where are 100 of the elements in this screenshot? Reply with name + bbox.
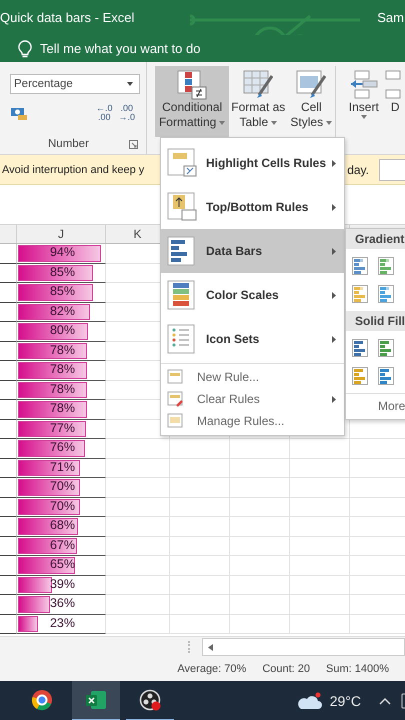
data-bar-style-icon[interactable] <box>378 257 394 275</box>
decimal-button[interactable]: ←.0 .00 <box>96 104 113 122</box>
table-cell <box>290 458 350 478</box>
cell-value: 76% <box>50 440 75 454</box>
cell-value: 70% <box>50 498 75 512</box>
top-bottom-icon <box>167 192 197 222</box>
status-text: Sum: 1400% <box>326 663 389 675</box>
table-cell <box>290 576 350 595</box>
data-bar-style-icon[interactable] <box>378 285 394 303</box>
cell-value: 68% <box>50 518 75 532</box>
message-text: day. <box>347 162 369 176</box>
menu-item[interactable]: Icon Sets <box>161 317 344 361</box>
table-cell <box>290 595 350 614</box>
data-bar-style-icon[interactable] <box>352 339 368 357</box>
table-cell <box>170 458 230 478</box>
temperature-text: 29°C <box>330 693 361 709</box>
recorder-icon <box>139 689 161 711</box>
highlight-rules-icon <box>167 148 197 178</box>
table-cell <box>170 517 230 536</box>
table-cell <box>170 536 230 556</box>
group-label: Number <box>48 138 89 150</box>
menu-item[interactable]: Clear Rules <box>161 388 344 410</box>
table-cell <box>0 302 17 322</box>
table-cell <box>0 614 17 634</box>
caret-icon <box>127 82 133 86</box>
horizontal-scrollbar[interactable] <box>202 638 405 656</box>
section-header: Solid Fill <box>346 311 405 331</box>
table-cell <box>290 478 350 498</box>
data-bar-style-icon[interactable] <box>352 257 368 275</box>
data-bar-style-icon[interactable] <box>378 339 394 357</box>
status-text: Average: 70% <box>177 663 246 675</box>
menu-item[interactable]: New Rule... <box>161 366 344 388</box>
status-text: Count: 20 <box>262 663 310 675</box>
table-cell <box>170 498 230 517</box>
cell-value: 85% <box>50 284 75 298</box>
cell-value: 80% <box>50 323 75 337</box>
table-cell <box>230 458 290 478</box>
spreadsheet-icon <box>85 689 107 711</box>
table-cell <box>170 576 230 595</box>
table-cell <box>170 478 230 498</box>
currency-icon[interactable] <box>10 105 28 121</box>
ribbon-button[interactable]: D <box>385 66 405 137</box>
table-cell <box>290 517 350 536</box>
menu-item[interactable]: Color Scales <box>161 273 344 317</box>
decimal-button[interactable]: .00 →.0 <box>118 104 136 122</box>
window-title: Quick data bars - Excel <box>0 10 134 25</box>
menu-item[interactable]: Manage Rules... <box>161 410 344 432</box>
menu-item[interactable]: Highlight Cells Rules <box>161 141 344 185</box>
cell-value: 65% <box>50 557 75 571</box>
dialog-launcher-icon[interactable] <box>129 140 138 148</box>
cell-value: 36% <box>50 596 75 610</box>
icon-sets-icon <box>167 324 197 354</box>
lightbulb-icon <box>18 40 32 58</box>
cell-value: 78% <box>50 342 75 356</box>
cell-value: 77% <box>50 420 75 434</box>
cell-value: 23% <box>50 616 75 630</box>
table-cell <box>0 517 17 536</box>
table-cell <box>0 478 17 498</box>
manage-rules-icon <box>167 413 183 429</box>
ribbon-button[interactable]: Cell Styles <box>287 66 336 137</box>
table-cell <box>0 380 17 400</box>
cell-value: 67% <box>50 538 75 552</box>
message-text: Avoid interruption and keep y <box>1 164 144 176</box>
cloud-icon <box>296 692 322 710</box>
ribbon-button[interactable]: Conditional Formatting <box>155 66 230 137</box>
insert-cells-icon <box>348 70 379 100</box>
table-cell <box>0 400 17 420</box>
table-cell <box>230 556 290 576</box>
table-cell <box>170 614 230 634</box>
cell-value: 78% <box>50 382 75 396</box>
cell-value: 94% <box>50 245 75 259</box>
table-cell <box>290 536 350 556</box>
ribbon-button[interactable]: Format as Table <box>229 66 288 137</box>
table-cell <box>0 439 17 458</box>
table-cell <box>230 498 290 517</box>
table-cell <box>0 595 17 614</box>
cell-brush-icon <box>296 70 326 100</box>
data-bar-style-icon[interactable] <box>352 367 368 385</box>
menu-item[interactable]: More <box>346 394 405 419</box>
table-cell <box>170 595 230 614</box>
table-cell <box>290 439 350 458</box>
number-format-dropdown[interactable]: Percentage <box>10 74 140 94</box>
table-cell <box>230 576 290 595</box>
menu-item[interactable]: Data Bars <box>161 229 344 273</box>
table-cell <box>290 556 350 576</box>
cell-value: 78% <box>50 401 75 415</box>
data-bars-icon <box>167 236 197 266</box>
data-bar-style-icon[interactable] <box>378 367 394 385</box>
chevron-up-icon[interactable] <box>379 697 391 705</box>
table-cell <box>230 478 290 498</box>
table-cell <box>0 264 17 283</box>
table-brush-icon <box>243 70 274 100</box>
ribbon-button[interactable]: Insert <box>342 66 386 137</box>
search-field[interactable]: Tell me what you want to do <box>40 41 240 56</box>
table-cell <box>0 420 17 439</box>
column-header[interactable]: J <box>17 225 106 243</box>
scroll-left-icon[interactable] <box>208 644 213 650</box>
caret-icon <box>219 120 226 124</box>
cell-value: 71% <box>50 460 75 474</box>
data-bar-style-icon[interactable] <box>352 285 368 303</box>
